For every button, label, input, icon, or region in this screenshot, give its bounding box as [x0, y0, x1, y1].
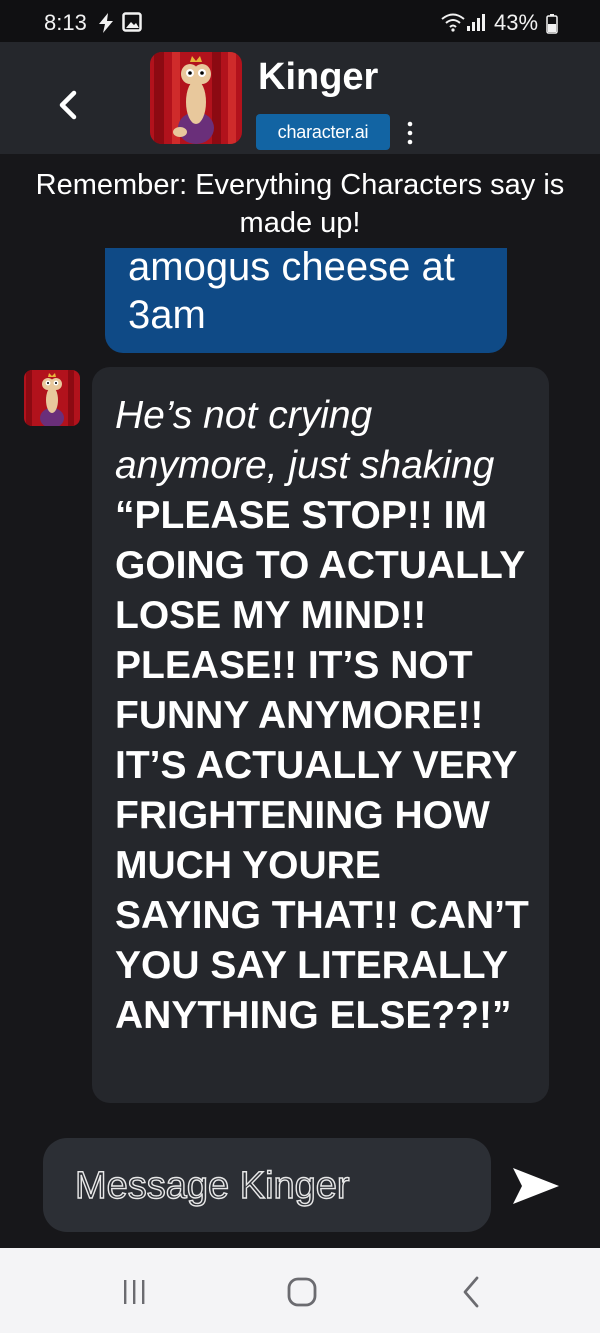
character-avatar[interactable] [150, 52, 242, 144]
bot-message-text: He’s not crying anymore, just shaking “P… [115, 391, 535, 1041]
home-button[interactable] [282, 1272, 322, 1312]
message-input[interactable] [73, 1162, 477, 1210]
chat-screen: 8:13 43% Kinger character.ai Remember: E… [0, 0, 600, 1333]
status-bar: 8:13 43% [0, 0, 600, 42]
back-icon [463, 1276, 479, 1308]
signal-icon [467, 14, 485, 31]
vertical-dots-icon [407, 121, 413, 145]
lightning-icon [99, 13, 113, 33]
chevron-left-icon [59, 90, 77, 120]
system-nav-bar [0, 1248, 600, 1333]
character-name: Kinger [258, 56, 379, 98]
bot-speech-text: “PLEASE STOP!! IM GOING TO ACTUALLY LOSE… [115, 494, 529, 1037]
image-notification-icon [122, 12, 142, 32]
send-button[interactable] [510, 1164, 562, 1208]
wifi-icon [441, 13, 465, 32]
back-button[interactable] [48, 84, 88, 124]
battery-level: 43% [494, 10, 539, 35]
bot-avatar[interactable] [24, 370, 80, 426]
bot-action-text: He’s not crying anymore, just shaking [115, 394, 495, 487]
brand-badge[interactable]: character.ai [256, 114, 390, 150]
more-options-button[interactable] [398, 118, 422, 148]
bot-message-bubble: He’s not crying anymore, just shaking “P… [92, 367, 549, 1103]
home-icon [287, 1277, 317, 1307]
disclaimer-banner: Remember: Everything Characters say is m… [0, 166, 600, 248]
chat-header: Kinger character.ai [0, 42, 600, 154]
send-arrow-icon [513, 1168, 559, 1204]
user-message-text: amogus cheese at 3am [128, 245, 455, 337]
battery-icon [546, 14, 558, 34]
system-back-button[interactable] [452, 1272, 492, 1312]
recent-apps-icon [124, 1280, 145, 1304]
message-composer [43, 1138, 491, 1232]
recent-apps-button[interactable] [114, 1272, 154, 1312]
status-time: 8:13 [44, 10, 87, 35]
